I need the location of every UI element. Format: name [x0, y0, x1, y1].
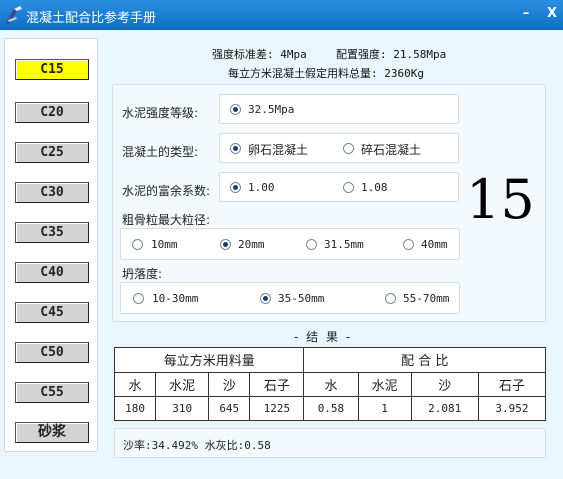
aggregate-radio-31-5mm[interactable] — [306, 239, 317, 250]
cement-grade-option-0[interactable]: 32.5Mpa — [248, 103, 294, 116]
table-cell: 180 — [113, 396, 157, 421]
grade-button-c50[interactable]: C50 — [15, 342, 89, 363]
table-cell: 1 — [357, 396, 412, 421]
concrete-type-radio-0[interactable] — [230, 143, 241, 154]
cement-surplus-radio-0[interactable] — [230, 182, 241, 193]
concrete-type-label: 混凝土的类型: — [122, 145, 199, 159]
cement-surplus-radio-1[interactable] — [343, 182, 354, 193]
cement-surplus-option-1[interactable]: 1.08 — [361, 181, 388, 194]
grade-button-c45[interactable]: C45 — [15, 302, 89, 323]
grade-button-mortar[interactable]: 砂浆 — [15, 422, 89, 443]
slump-radio-35-50[interactable] — [260, 293, 271, 304]
concrete-type-group: 卵石混凝土 碎石混凝土 — [219, 133, 459, 163]
window-title: 混凝土配合比参考手册 — [26, 11, 157, 26]
cement-surplus-option-0[interactable]: 1.00 — [248, 181, 275, 194]
grade-number-display: 15 — [466, 168, 535, 231]
col-header: 沙 — [410, 371, 479, 398]
slump-radio-55-70[interactable] — [385, 293, 396, 304]
std-dev-text: 强度标准差: 4Mpa — [212, 48, 307, 61]
table-cell: 310 — [155, 396, 210, 421]
aggregate-option-31-5mm[interactable]: 31.5mm — [324, 238, 364, 251]
slump-group: 10-30mm 35-50mm 55-70mm — [120, 282, 460, 314]
results-table: 每立方米用料量 配 合 比 水 水泥 沙 石子 水 水泥 沙 石子 180 31… — [113, 347, 547, 421]
slump-option-10-30[interactable]: 10-30mm — [152, 292, 198, 305]
summary-text: 沙率:34.492% 水灰比:0.58 — [123, 439, 271, 452]
aggregate-option-10mm[interactable]: 10mm — [151, 238, 178, 251]
concrete-type-option-0[interactable]: 卵石混凝土 — [248, 141, 308, 158]
table-header-row: 水 水泥 沙 石子 水 水泥 沙 石子 — [113, 371, 547, 398]
concrete-type-option-1[interactable]: 碎石混凝土 — [361, 141, 421, 158]
table-row: 180 310 645 1225 0.58 1 2.081 3.952 — [113, 396, 547, 421]
app-icon — [6, 6, 22, 24]
grade-button-c40[interactable]: C40 — [15, 262, 89, 283]
col-header: 石子 — [249, 371, 305, 398]
grade-button-c30[interactable]: C30 — [15, 182, 89, 203]
total-weight-text: 每立方米混凝土假定用料总量: 2360Kg — [228, 67, 424, 80]
usage-group-header: 每立方米用料量 — [113, 347, 305, 373]
col-header: 水 — [303, 371, 359, 398]
grade-button-c55[interactable]: C55 — [15, 382, 89, 403]
summary-panel: 沙率:34.492% 水灰比:0.58 — [114, 428, 546, 458]
table-cell: 3.952 — [477, 396, 547, 421]
minimize-button[interactable]: – — [518, 6, 534, 22]
slump-label: 坍落度: — [122, 267, 163, 281]
concrete-type-radio-1[interactable] — [343, 143, 354, 154]
table-cell: 1225 — [249, 396, 305, 421]
title-bar: 混凝土配合比参考手册 – X — [0, 0, 563, 30]
cement-surplus-label: 水泥的富余系数: — [122, 184, 211, 198]
table-cell: 0.58 — [303, 396, 359, 421]
table-cell: 645 — [208, 396, 251, 421]
slump-radio-10-30[interactable] — [133, 293, 144, 304]
aggregate-radio-20mm[interactable] — [220, 239, 231, 250]
table-cell: 2.081 — [410, 396, 479, 421]
cement-grade-group: 32.5Mpa — [219, 94, 459, 124]
max-aggregate-group: 10mm 20mm 31.5mm 40mm — [120, 228, 460, 260]
config-strength-text: 配置强度: 21.58Mpa — [336, 48, 447, 61]
slump-option-35-50[interactable]: 35-50mm — [278, 292, 324, 305]
grade-button-c35[interactable]: C35 — [15, 222, 89, 243]
results-title: - 结 果 - — [294, 330, 353, 344]
aggregate-option-20mm[interactable]: 20mm — [238, 238, 265, 251]
col-header: 水泥 — [155, 371, 210, 398]
col-header: 水泥 — [357, 371, 412, 398]
col-header: 水 — [113, 371, 157, 398]
ratio-group-header: 配 合 比 — [303, 347, 546, 373]
aggregate-radio-40mm[interactable] — [403, 239, 414, 250]
cement-grade-radio-0[interactable] — [230, 104, 241, 115]
grade-panel: C15 C20 C25 C30 C35 C40 C45 C50 C55 砂浆 — [4, 38, 98, 452]
aggregate-radio-10mm[interactable] — [132, 239, 143, 250]
aggregate-option-40mm[interactable]: 40mm — [421, 238, 448, 251]
col-header: 石子 — [477, 371, 547, 398]
cement-surplus-group: 1.00 1.08 — [219, 172, 459, 202]
slump-option-55-70[interactable]: 55-70mm — [403, 292, 449, 305]
grade-button-c20[interactable]: C20 — [15, 102, 89, 123]
grade-button-c15[interactable]: C15 — [15, 59, 89, 80]
grade-button-c25[interactable]: C25 — [15, 142, 89, 163]
col-header: 沙 — [208, 371, 251, 398]
max-aggregate-label: 粗骨粒最大粒径: — [122, 213, 211, 227]
cement-grade-label: 水泥强度等级: — [122, 106, 199, 120]
close-button[interactable]: X — [544, 6, 560, 22]
